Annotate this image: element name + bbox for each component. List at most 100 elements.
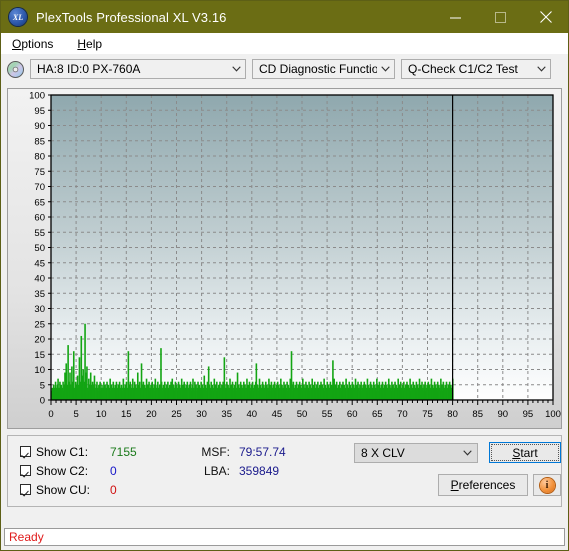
- window-controls: [433, 1, 568, 33]
- start-button[interactable]: Start: [489, 442, 561, 463]
- menu-item-options-label: ptions: [21, 36, 54, 51]
- chevron-down-icon: [228, 66, 245, 72]
- msf-value: 79:57.74: [239, 444, 286, 459]
- speed-select-value: 8 X CLV: [361, 446, 405, 460]
- svg-text:85: 85: [34, 136, 45, 147]
- msf-row: MSF: 79:57.74: [194, 442, 286, 461]
- minimize-button[interactable]: [433, 1, 478, 33]
- show-c1-label: Show C1:: [36, 444, 89, 459]
- svg-text:20: 20: [34, 335, 45, 346]
- svg-text:90: 90: [498, 409, 509, 420]
- svg-text:50: 50: [297, 409, 308, 420]
- close-button[interactable]: [523, 1, 568, 33]
- lba-label: LBA:: [203, 463, 230, 478]
- status-bar: Ready: [4, 528, 565, 546]
- info-button[interactable]: i: [533, 474, 561, 496]
- show-cu-label: Show CU:: [36, 482, 91, 497]
- show-c2-checkbox[interactable]: [20, 465, 31, 476]
- show-toggles-group: Show C1: 7155 Show C2: 0 Show CU: 0: [20, 442, 137, 499]
- menu-item-help-label: elp: [86, 36, 103, 51]
- svg-text:20: 20: [146, 409, 157, 420]
- svg-text:60: 60: [347, 409, 358, 420]
- svg-text:35: 35: [221, 409, 232, 420]
- show-c1-checkbox[interactable]: [20, 446, 31, 457]
- svg-text:10: 10: [96, 409, 107, 420]
- svg-text:30: 30: [196, 409, 207, 420]
- show-c2-label: Show C2:: [36, 463, 89, 478]
- svg-text:85: 85: [472, 409, 483, 420]
- function-select[interactable]: CD Diagnostic Functions: [252, 59, 395, 79]
- svg-text:100: 100: [545, 409, 561, 420]
- show-cu-checkbox[interactable]: [20, 484, 31, 495]
- cd-disc-icon: [7, 60, 24, 78]
- svg-text:10: 10: [34, 365, 45, 376]
- show-cu-row[interactable]: Show CU: 0: [20, 480, 137, 499]
- start-button-focus-ring: [491, 444, 559, 461]
- status-text: Ready: [9, 530, 44, 544]
- info-icon: i: [539, 477, 555, 493]
- svg-text:70: 70: [397, 409, 408, 420]
- svg-text:100: 100: [29, 91, 45, 102]
- svg-text:15: 15: [121, 409, 132, 420]
- svg-text:0: 0: [48, 409, 53, 420]
- svg-text:0: 0: [40, 396, 45, 407]
- svg-text:75: 75: [34, 167, 45, 178]
- svg-text:30: 30: [34, 304, 45, 315]
- svg-text:35: 35: [34, 289, 45, 300]
- svg-text:80: 80: [34, 152, 45, 163]
- svg-text:25: 25: [34, 319, 45, 330]
- svg-text:40: 40: [247, 409, 258, 420]
- lba-row: LBA: 359849: [194, 461, 286, 480]
- plextools-window: XL PlexTools Professional XL V3.16 Optio…: [0, 0, 569, 551]
- svg-text:15: 15: [34, 350, 45, 361]
- svg-text:65: 65: [34, 197, 45, 208]
- chart-panel: 0 5 10 15 20 25 30 35 40 45 50 55 60 65 70 75 80 85 90 95 10…: [7, 88, 562, 429]
- preferences-button[interactable]: Preferences: [438, 474, 528, 496]
- control-panel: Show C1: 7155 Show C2: 0 Show CU: 0 MSF:…: [7, 435, 562, 507]
- c1-c2-error-chart: 0510152025303540455055606570758085909510…: [29, 91, 561, 421]
- svg-text:95: 95: [523, 409, 534, 420]
- title-bar: XL PlexTools Professional XL V3.16: [1, 1, 568, 33]
- chevron-down-icon: [533, 66, 550, 72]
- svg-text:50: 50: [34, 243, 45, 254]
- svg-text:70: 70: [34, 182, 45, 193]
- drive-select-value: HA:8 ID:0 PX-760A: [37, 62, 141, 76]
- svg-text:5: 5: [40, 380, 45, 391]
- menu-bar: Options Help: [1, 33, 568, 54]
- svg-text:90: 90: [34, 121, 45, 132]
- drive-select[interactable]: HA:8 ID:0 PX-760A: [30, 59, 246, 79]
- menu-item-help[interactable]: Help: [74, 36, 105, 52]
- chevron-down-icon: [458, 450, 477, 456]
- show-c2-row[interactable]: Show C2: 0: [20, 461, 137, 480]
- svg-text:80: 80: [447, 409, 458, 420]
- svg-text:65: 65: [372, 409, 383, 420]
- svg-text:75: 75: [422, 409, 433, 420]
- svg-text:95: 95: [34, 106, 45, 117]
- xl-logo-icon: XL: [9, 8, 27, 26]
- position-readout-group: MSF: 79:57.74 LBA: 359849: [194, 442, 286, 480]
- svg-text:55: 55: [34, 228, 45, 239]
- msf-label: MSF:: [201, 444, 230, 459]
- svg-text:45: 45: [34, 258, 45, 269]
- test-select-value: Q-Check C1/C2 Test: [408, 62, 518, 76]
- maximize-button[interactable]: [478, 1, 523, 33]
- window-title: PlexTools Professional XL V3.16: [36, 9, 227, 25]
- svg-text:60: 60: [34, 213, 45, 224]
- show-c2-value: 0: [110, 463, 117, 478]
- svg-text:45: 45: [272, 409, 283, 420]
- svg-text:25: 25: [171, 409, 182, 420]
- toolbar: HA:8 ID:0 PX-760A CD Diagnostic Function…: [1, 54, 568, 84]
- svg-text:40: 40: [34, 274, 45, 285]
- menu-item-options[interactable]: Options: [9, 36, 56, 52]
- function-select-value: CD Diagnostic Functions: [259, 62, 377, 76]
- lba-value: 359849: [239, 463, 280, 478]
- preferences-button-label: Preferences: [450, 478, 516, 492]
- svg-text:55: 55: [322, 409, 333, 420]
- test-select[interactable]: Q-Check C1/C2 Test: [401, 59, 551, 79]
- svg-text:5: 5: [73, 409, 78, 420]
- show-c1-row[interactable]: Show C1: 7155: [20, 442, 137, 461]
- speed-select[interactable]: 8 X CLV: [354, 443, 478, 463]
- chevron-down-icon: [377, 66, 394, 72]
- show-c1-value: 7155: [110, 444, 137, 459]
- show-cu-value: 0: [110, 482, 117, 497]
